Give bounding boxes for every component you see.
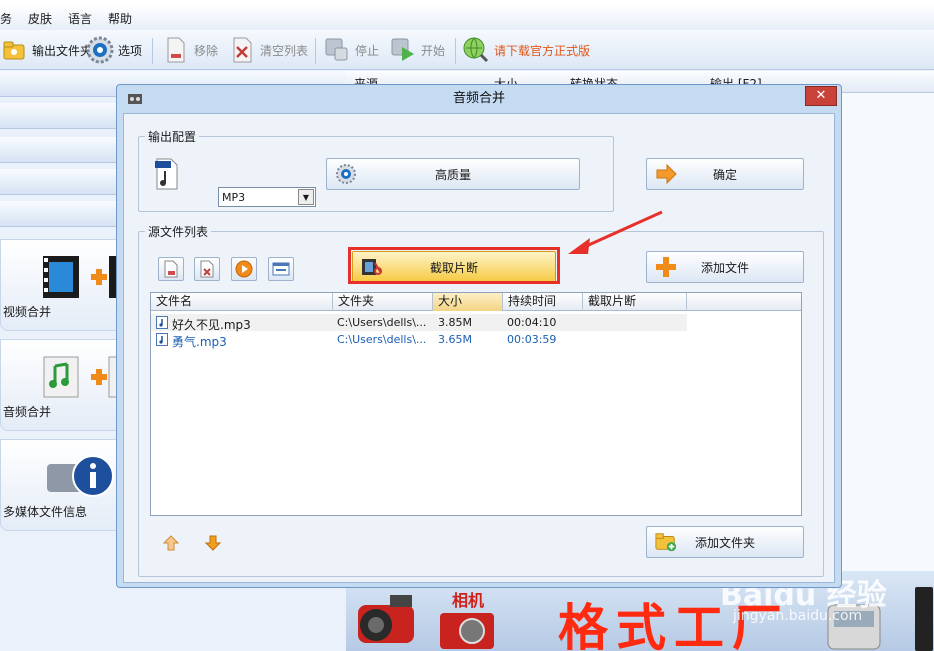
move-up-button[interactable] (162, 534, 180, 552)
output-folder-button[interactable]: 输出文件夹 (0, 34, 92, 66)
table-row[interactable]: 勇气.mp3 C:\Users\dells\... 3.65M 00:03:59 (151, 331, 687, 349)
audio-merge-label: 音频合并 (3, 405, 52, 419)
download-label: 请下载官方正式版 (494, 43, 591, 58)
camera-label: 相机 (452, 591, 485, 610)
add-file-label: 添加文件 (700, 260, 749, 275)
chevron-down-icon[interactable]: ▼ (298, 189, 314, 205)
file-size: 3.85M (438, 316, 472, 329)
menu-task[interactable]: 务 (0, 10, 12, 27)
start-button[interactable]: 开始 (389, 34, 445, 66)
video-merge-label: 视频合并 (3, 305, 52, 319)
remove-file-icon (162, 36, 190, 64)
col-clip[interactable]: 截取片断 (583, 293, 687, 311)
clear-list-icon (200, 260, 214, 278)
stop-button[interactable]: 停止 (323, 34, 379, 66)
file-size: 3.65M (438, 333, 472, 346)
menu-skin[interactable]: 皮肤 (28, 10, 52, 27)
media-info-label: 多媒体文件信息 (3, 505, 88, 519)
toolbar-separator (152, 38, 153, 64)
quality-label: 高质量 (434, 167, 471, 182)
file-duration: 00:03:59 (507, 333, 557, 346)
dialog-close-button[interactable]: ✕ (805, 86, 837, 106)
music-file-icon (156, 316, 168, 329)
ok-button[interactable]: 确定 (646, 158, 804, 190)
film-plus-icon (43, 256, 121, 298)
output-config-label: 输出配置 (145, 128, 200, 145)
gear-icon (335, 163, 357, 185)
remove-file-icon (164, 260, 178, 278)
clear-list-icon (228, 36, 256, 64)
info-window-icon (272, 262, 290, 276)
col-duration[interactable]: 持续时间 (503, 293, 583, 311)
remove-button[interactable]: 移除 (162, 34, 218, 66)
stop-icon (323, 36, 351, 64)
move-down-button[interactable] (204, 534, 222, 552)
toolbar-separator (315, 38, 316, 64)
options-label: 选项 (118, 43, 143, 58)
download-official-link[interactable]: 请下载官方正式版 (462, 34, 590, 66)
quality-button[interactable]: 高质量 (326, 158, 580, 190)
music-file-icon (156, 333, 168, 346)
arrow-down-icon (205, 535, 221, 551)
file-folder: C:\Users\dells\... (337, 333, 427, 346)
output-folder-label: 输出文件夹 (32, 43, 93, 58)
dialog-title: 音频合并 (452, 91, 505, 106)
toolbar: 输出文件夹 选项 移除 清空列表 停止 开始 请下载官方正式版 (0, 30, 934, 70)
col-folder[interactable]: 文件夹 (333, 293, 433, 311)
folder-icon (0, 36, 28, 64)
format-value: MP3 (222, 190, 246, 204)
file-duration: 00:04:10 (507, 316, 557, 329)
clear-list-label: 清空列表 (260, 43, 309, 58)
file-folder: C:\Users\dells\... (337, 316, 427, 329)
stop-label: 停止 (355, 43, 380, 58)
file-name: 勇气.mp3 (172, 335, 227, 349)
start-icon (389, 36, 417, 64)
remove-file-button[interactable] (158, 257, 184, 281)
options-button[interactable]: 选项 (86, 34, 142, 66)
remove-label: 移除 (194, 43, 219, 58)
play-icon (235, 260, 253, 278)
col-filename[interactable]: 文件名 (151, 293, 333, 311)
table-row[interactable]: 好久不见.mp3 C:\Users\dells\... 3.85M 00:04:… (151, 314, 687, 332)
format-select[interactable]: MP3 ▼ (218, 187, 316, 207)
source-files-label: 源文件列表 (145, 223, 212, 240)
music-plus-icon (43, 356, 121, 398)
gear-icon (86, 36, 114, 64)
add-folder-icon (655, 531, 677, 553)
mp3-file-icon (155, 158, 178, 190)
toolbar-separator (455, 38, 456, 64)
source-file-table[interactable]: 文件名 文件夹 大小 持续时间 截取片断 好久不见.mp3 C:\Users\d… (150, 292, 802, 516)
file-info-button[interactable] (268, 257, 294, 281)
menubar: 务 皮肤 语言 帮助 (0, 6, 934, 30)
play-button[interactable] (231, 257, 257, 281)
clear-files-button[interactable] (194, 257, 220, 281)
col-size[interactable]: 大小 (433, 293, 503, 311)
menu-language[interactable]: 语言 (68, 10, 92, 27)
menu-help[interactable]: 帮助 (108, 10, 132, 27)
ok-label: 确定 (712, 167, 737, 182)
annotation-highlight-box (348, 247, 560, 284)
arrow-right-icon (655, 163, 677, 185)
file-table-header: 文件名 文件夹 大小 持续时间 截取片断 (151, 293, 801, 311)
mobile-device-icon (915, 587, 933, 651)
clear-list-button[interactable]: 清空列表 (228, 34, 308, 66)
start-label: 开始 (421, 43, 446, 58)
add-folder-label: 添加文件夹 (694, 535, 755, 550)
info-icon (47, 455, 114, 497)
camcorder-icon (358, 595, 414, 643)
annotation-arrow (568, 210, 663, 254)
globe-search-icon (462, 36, 490, 64)
add-folder-button[interactable]: 添加文件夹 (646, 526, 804, 558)
arrow-up-icon (163, 535, 179, 551)
camera-icon (440, 613, 494, 649)
baidu-watermark-url: jingyan.baidu.com (733, 608, 863, 624)
